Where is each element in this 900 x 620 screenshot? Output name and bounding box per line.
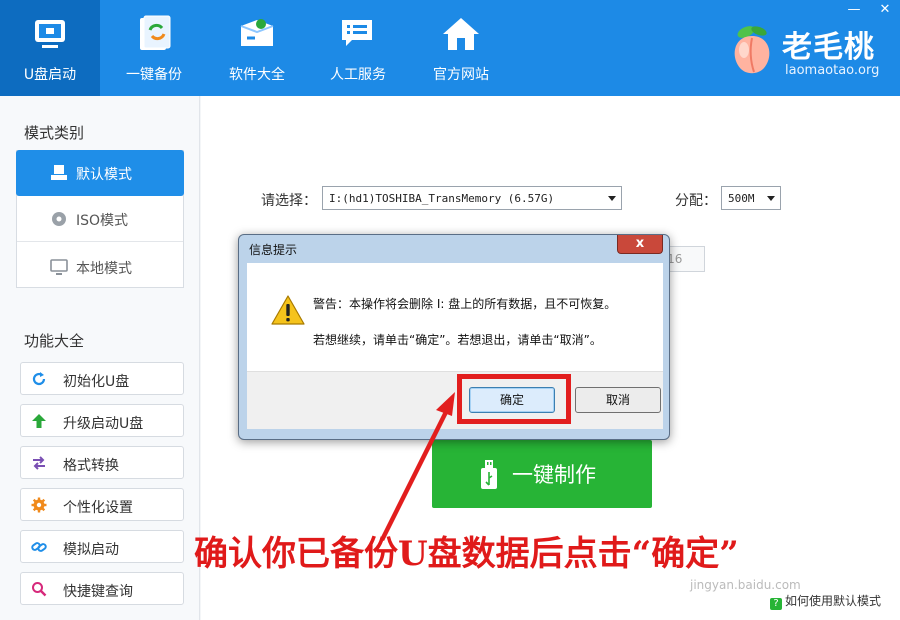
home-icon xyxy=(443,18,479,50)
alloc-select-value: 500M xyxy=(728,192,755,205)
device-select-label: 请选择： xyxy=(261,193,317,209)
function-label: 升级启动U盘 xyxy=(63,416,144,432)
dialog-footer: 确定 取消 xyxy=(247,371,663,429)
dialog-warning-text: 警告：本操作将会删除 I: 盘上的所有数据，且不可恢复。 xyxy=(313,297,617,311)
mode-default[interactable]: 默认模式 xyxy=(16,150,184,196)
chevron-down-icon xyxy=(608,196,616,201)
refresh-icon xyxy=(32,372,46,386)
monitor-icon xyxy=(50,259,68,275)
link-icon xyxy=(31,542,47,552)
func-upgrade-usb-button[interactable]: 升级启动U盘 xyxy=(20,404,184,437)
brand-url: laomaotao.org xyxy=(785,63,880,78)
nav-label: 人工服务 xyxy=(330,67,386,83)
swap-icon xyxy=(33,456,45,470)
usb-monitor-icon xyxy=(35,20,65,48)
mode-label: 本地模式 xyxy=(76,261,132,277)
nav-one-key-backup[interactable]: 一键备份 xyxy=(104,0,204,96)
nav-label: 官方网站 xyxy=(433,67,489,83)
highlight-box xyxy=(457,374,571,424)
mode-local[interactable]: 本地模式 xyxy=(16,244,184,290)
nav-label: U盘启动 xyxy=(23,67,77,83)
brand-name: 老毛桃 xyxy=(782,30,875,65)
top-navigation-bar: U盘启动 一键备份 软件大全 人工服务 官方网站 老毛桃 laomaotao.o… xyxy=(0,0,900,96)
func-personalize-button[interactable]: 个性化设置 xyxy=(20,488,184,521)
watermark: jingyan.baidu.com xyxy=(690,578,801,592)
mode-label: ISO模式 xyxy=(76,213,129,229)
gear-icon xyxy=(31,497,47,513)
dialog-instruction-text: 若想继续，请单击“确定”。若想退出，请单击“取消”。 xyxy=(313,333,602,347)
cancel-button-label: 取消 xyxy=(605,393,630,407)
minimize-button[interactable]: — xyxy=(844,2,864,18)
question-icon: ? xyxy=(770,598,782,610)
help-link[interactable]: ? 如何使用默认模式 xyxy=(770,592,881,610)
mode-iso[interactable]: ISO模式 xyxy=(16,196,184,242)
chevron-down-icon xyxy=(767,196,775,201)
mode-label: 默认模式 xyxy=(76,167,132,183)
software-box-icon xyxy=(240,19,274,46)
func-simulate-boot-button[interactable]: 模拟启动 xyxy=(20,530,184,563)
info-dialog: 信息提示 x 警告：本操作将会删除 I: 盘上的所有数据，且不可恢复。 若想继续… xyxy=(238,234,670,440)
nav-software[interactable]: 软件大全 xyxy=(207,0,307,96)
nav-official-site[interactable]: 官方网站 xyxy=(411,0,511,96)
peach-logo-icon xyxy=(734,26,770,74)
dialog-close-button[interactable]: x xyxy=(617,235,663,254)
device-select[interactable]: I:(hd1)TOSHIBA_TransMemory (6.57G) xyxy=(322,186,622,210)
divider xyxy=(17,241,183,242)
device-select-value: I:(hd1)TOSHIBA_TransMemory (6.57G) xyxy=(329,192,555,205)
cancel-button[interactable]: 取消 xyxy=(575,387,661,413)
function-label: 模拟启动 xyxy=(63,542,119,558)
disc-icon xyxy=(52,212,66,226)
search-icon xyxy=(32,582,47,597)
function-label: 快捷键查询 xyxy=(63,584,133,600)
alloc-label: 分配： xyxy=(675,193,717,209)
function-section-title: 功能大全 xyxy=(24,332,85,350)
help-link-label: 如何使用默认模式 xyxy=(785,594,882,608)
func-hotkey-query-button[interactable]: 快捷键查询 xyxy=(20,572,184,605)
alloc-select[interactable]: 500M xyxy=(721,186,781,210)
chat-service-icon xyxy=(342,20,372,46)
annotation-caption: 确认你已备份U盘数据后点击“确定” xyxy=(194,534,739,574)
close-window-button[interactable]: ✕ xyxy=(875,2,895,18)
mode-section-title: 模式类别 xyxy=(24,124,85,142)
nav-manual-service[interactable]: 人工服务 xyxy=(308,0,408,96)
nav-label: 软件大全 xyxy=(229,67,285,83)
nav-usb-boot[interactable]: U盘启动 xyxy=(0,0,100,96)
func-format-convert-button[interactable]: 格式转换 xyxy=(20,446,184,479)
warning-icon xyxy=(271,295,305,325)
dialog-title: 信息提示 xyxy=(249,243,298,257)
backup-refresh-icon xyxy=(140,15,171,50)
function-label: 个性化设置 xyxy=(63,500,133,516)
one-key-make-label: 一键制作 xyxy=(512,463,596,487)
dialog-body: 警告：本操作将会删除 I: 盘上的所有数据，且不可恢复。 若想继续，请单击“确定… xyxy=(247,263,663,371)
nav-label: 一键备份 xyxy=(126,67,182,83)
func-init-usb-button[interactable]: 初始化U盘 xyxy=(20,362,184,395)
function-label: 格式转换 xyxy=(63,458,119,474)
function-label: 初始化U盘 xyxy=(63,374,130,390)
default-mode-icon xyxy=(51,165,67,180)
arrow-up-icon xyxy=(32,414,46,428)
one-key-make-button[interactable]: 一键制作 xyxy=(432,440,652,508)
usb-stick-icon xyxy=(481,460,497,489)
